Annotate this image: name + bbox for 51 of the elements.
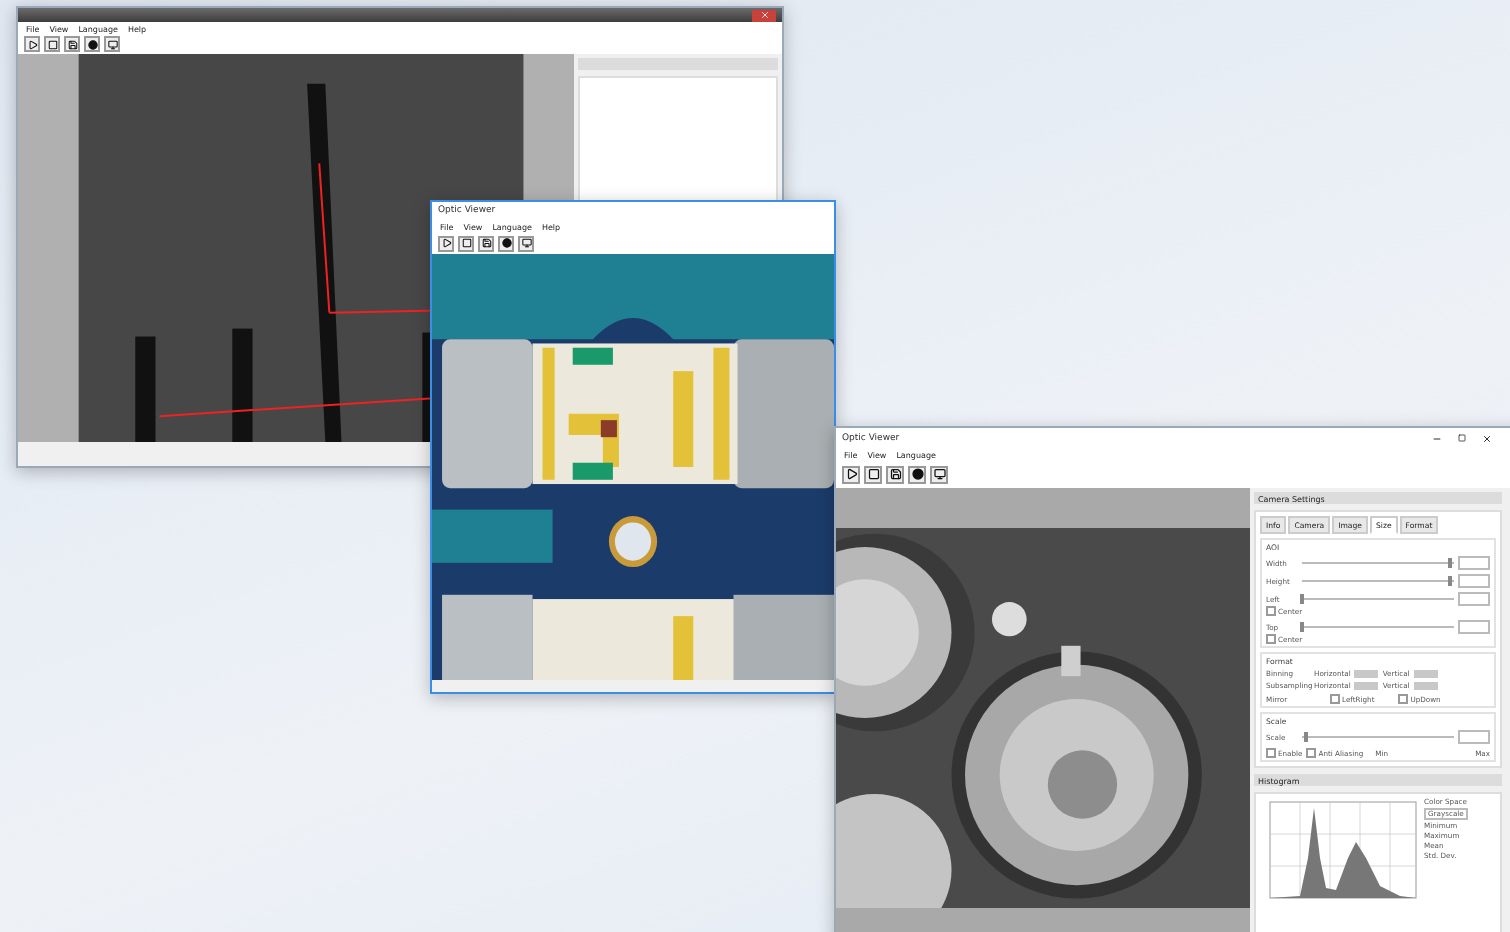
checkbox[interactable] <box>1266 606 1276 616</box>
monitor-icon <box>521 238 531 248</box>
monitor-button[interactable] <box>930 465 948 483</box>
record-button[interactable] <box>84 36 100 52</box>
slider-thumb[interactable] <box>1447 576 1452 586</box>
disabled-field <box>1354 670 1379 678</box>
spin-field[interactable] <box>1458 620 1490 634</box>
record-icon <box>911 468 923 480</box>
play-button[interactable] <box>842 465 860 483</box>
record-button[interactable] <box>908 465 926 483</box>
stop-button[interactable] <box>44 36 60 52</box>
stop-icon <box>47 39 57 49</box>
save-icon <box>67 39 77 49</box>
monitor-icon <box>933 468 945 480</box>
save-icon <box>889 468 901 480</box>
monitor-icon <box>107 39 117 49</box>
checkbox[interactable] <box>1266 748 1276 758</box>
record-button[interactable] <box>498 235 514 251</box>
save-button[interactable] <box>478 235 494 251</box>
slider-thumb[interactable] <box>1304 732 1309 742</box>
checkbox[interactable] <box>1266 634 1276 644</box>
save-button[interactable] <box>64 36 80 52</box>
spin-field[interactable] <box>1458 730 1490 744</box>
record-icon <box>501 238 511 248</box>
checkbox[interactable] <box>1398 694 1409 704</box>
save-button[interactable] <box>886 465 904 483</box>
maximize-icon[interactable] <box>1458 433 1466 441</box>
spin-field[interactable] <box>1458 574 1490 588</box>
monitor-button[interactable] <box>518 235 534 251</box>
stop-icon <box>867 468 879 480</box>
stop-button[interactable] <box>864 465 882 483</box>
play-icon <box>845 468 857 480</box>
spin-field[interactable] <box>1458 592 1490 606</box>
disabled-field <box>1354 682 1379 690</box>
play-button[interactable] <box>438 235 454 251</box>
close-button[interactable] <box>752 9 776 21</box>
disabled-field <box>1413 682 1438 690</box>
slider-thumb[interactable] <box>1447 558 1452 568</box>
stop-icon <box>461 238 471 248</box>
play-icon <box>441 238 451 248</box>
minimize-icon[interactable] <box>1432 433 1442 443</box>
disabled-field <box>1413 670 1438 678</box>
spin-field[interactable] <box>1458 556 1490 570</box>
save-icon <box>481 238 491 248</box>
play-button[interactable] <box>24 36 40 52</box>
checkbox[interactable] <box>1330 694 1340 704</box>
record-icon <box>87 39 97 49</box>
checkbox[interactable] <box>1306 748 1317 758</box>
play-icon <box>27 39 37 49</box>
monitor-button[interactable] <box>104 36 120 52</box>
stop-button[interactable] <box>458 235 474 251</box>
